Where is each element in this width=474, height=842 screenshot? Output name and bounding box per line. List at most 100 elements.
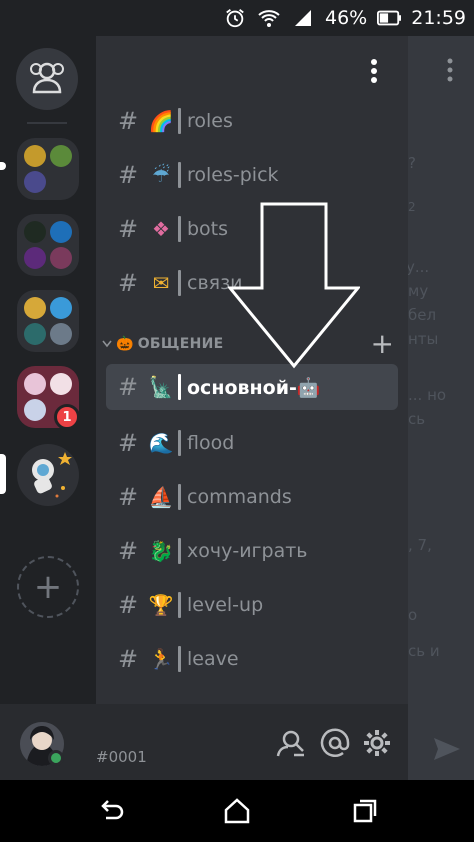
chat-peek: ? 2 у... му бел нты ... но сь , 7, о сь …	[408, 36, 474, 780]
category-header[interactable]: 🎃 ОБЩЕНИЕ	[102, 336, 224, 352]
chat-fragment: нты	[408, 330, 439, 348]
hash-icon: #	[118, 373, 139, 401]
clock: 21:59	[411, 7, 466, 29]
server-folder-1[interactable]	[17, 138, 79, 200]
online-status-dot	[48, 750, 64, 766]
separator-bar	[178, 374, 181, 400]
chat-fragment: о	[408, 606, 418, 624]
home-button[interactable]	[16, 48, 78, 110]
umbrella-icon: ☔	[152, 163, 170, 187]
server-icon	[50, 297, 72, 319]
chevron-down-icon	[102, 340, 112, 348]
chat-fragment: , 7,	[408, 536, 432, 554]
server-icon	[50, 373, 72, 395]
server-icon	[24, 323, 46, 345]
server-icon	[24, 373, 46, 395]
runner-icon: 🏃	[148, 647, 174, 671]
separator-bar	[178, 484, 181, 510]
server-folder-3[interactable]	[17, 290, 79, 352]
chat-fragment: сь и	[408, 642, 440, 660]
rainbow-icon: 🌈	[148, 109, 174, 133]
channel-level-up[interactable]: # 🏆 level-up	[106, 582, 398, 628]
alarm-icon	[223, 6, 247, 30]
unread-indicator	[0, 162, 6, 170]
chat-fragment: бел	[408, 306, 437, 324]
channel-label: хочу-играть	[187, 540, 308, 562]
android-nav-bar	[0, 780, 474, 842]
hash-icon: #	[118, 537, 139, 565]
chat-fragment: 2	[408, 200, 416, 214]
rail-separator	[27, 122, 67, 124]
signal-icon	[291, 6, 315, 30]
server-folder-2[interactable]	[17, 214, 79, 276]
hash-icon: #	[118, 161, 139, 189]
search-members-icon[interactable]	[276, 728, 306, 758]
user-panel: #0001	[0, 704, 408, 780]
chat-fragment: ... но	[408, 386, 447, 404]
channel-osnovnoy[interactable]: # 🗽 основной-🤖	[106, 364, 398, 410]
hash-icon: #	[118, 107, 139, 135]
back-icon[interactable]	[96, 796, 126, 826]
channel-roles-pick[interactable]: # ☔ roles-pick	[106, 152, 398, 198]
status-bar-right: 46% 21:59	[223, 4, 466, 32]
statue-icon: 🗽	[148, 375, 174, 399]
home-icon[interactable]	[222, 796, 252, 826]
server-icon	[50, 247, 72, 269]
unread-badge: 1	[54, 404, 80, 430]
dragon-icon: 🐉	[148, 539, 174, 563]
server-icon	[24, 145, 46, 167]
channel-hochu-igrat[interactable]: # 🐉 хочу-играть	[106, 528, 398, 574]
chat-fragment: у...	[408, 258, 430, 276]
channel-label: commands	[187, 486, 292, 508]
create-channel-button[interactable]: +	[371, 330, 394, 358]
user-discriminator: #0001	[96, 748, 147, 766]
channel-leave[interactable]: # 🏃 leave	[106, 636, 398, 682]
separator-bar	[178, 592, 181, 618]
separator-bar	[178, 270, 181, 296]
add-server-button[interactable]: +	[17, 556, 79, 618]
category-label: ОБЩЕНИЕ	[137, 336, 224, 352]
separator-bar	[178, 162, 181, 188]
more-vertical-icon[interactable]	[370, 58, 378, 84]
server-icon	[24, 297, 46, 319]
plus-icon: +	[33, 567, 63, 607]
separator-bar	[178, 216, 181, 242]
channel-panel: # 🌈 roles # ☔ roles-pick # ❖ bots # ✉ св…	[96, 36, 408, 704]
channel-label: leave	[187, 648, 239, 670]
trophy-icon: 🏆	[148, 593, 174, 617]
server-selected[interactable]	[17, 444, 79, 506]
channel-flood[interactable]: # 🌊 flood	[106, 420, 398, 466]
wifi-icon	[257, 6, 281, 30]
server-icon	[24, 171, 46, 193]
hash-icon: #	[118, 269, 139, 297]
channel-label: основной-🤖	[187, 376, 321, 399]
astronaut-icon	[32, 452, 72, 498]
separator-bar	[178, 430, 181, 456]
hash-icon: #	[118, 645, 139, 673]
server-rail: 1 +	[0, 36, 96, 704]
recents-icon[interactable]	[350, 796, 380, 826]
friends-icon	[28, 60, 66, 98]
separator-bar	[178, 538, 181, 564]
sailboat-icon: ⛵	[148, 485, 174, 509]
diamond-icon: ❖	[152, 217, 170, 241]
settings-icon[interactable]	[362, 728, 392, 758]
server-icon	[24, 221, 46, 243]
channel-commands[interactable]: # ⛵ commands	[106, 474, 398, 520]
mention-icon[interactable]	[320, 728, 350, 758]
battery-percent: 46%	[325, 7, 368, 29]
chat-fragment: му	[408, 282, 429, 300]
send-icon[interactable]	[432, 736, 462, 762]
status-bar: 46% 21:59	[0, 0, 474, 36]
channel-roles[interactable]: # 🌈 roles	[106, 98, 398, 144]
hash-icon: #	[118, 215, 139, 243]
separator-bar	[178, 646, 181, 672]
hash-icon: #	[118, 483, 139, 511]
server-icon	[24, 247, 46, 269]
hash-icon: #	[118, 591, 139, 619]
chat-fragment: ?	[408, 154, 416, 172]
selected-indicator	[0, 454, 6, 494]
channel-label: level-up	[187, 594, 264, 616]
server-icon	[50, 323, 72, 345]
more-vertical-icon[interactable]	[446, 58, 454, 82]
